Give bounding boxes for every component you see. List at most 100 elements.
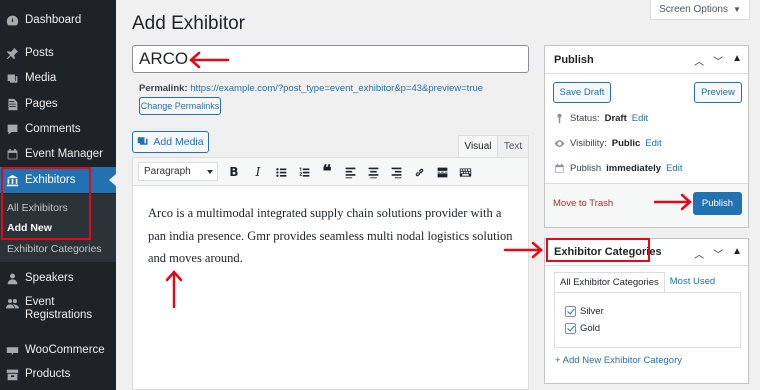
visibility-row: Visibility: Public Edit bbox=[554, 138, 662, 149]
menu-woocommerce-label: WooCommerce bbox=[25, 344, 105, 356]
collapse-toggle-icon[interactable]: ▲ bbox=[732, 246, 742, 261]
submenu-exhibitor-categories[interactable]: Exhibitor Categories bbox=[7, 243, 102, 255]
screen-options-button[interactable]: Screen Options ▼ bbox=[650, 0, 750, 20]
align-right-icon[interactable] bbox=[387, 163, 405, 181]
page-title: Add Exhibitor bbox=[132, 13, 246, 34]
speaker-icon bbox=[5, 271, 19, 285]
post-title-input[interactable]: ARCO bbox=[132, 45, 529, 73]
bullet-list-icon[interactable] bbox=[272, 163, 290, 181]
category-label: Gold bbox=[580, 323, 601, 334]
tab-all-categories[interactable]: All Exhibitor Categories bbox=[554, 272, 665, 293]
align-center-icon[interactable] bbox=[364, 163, 382, 181]
preview-button[interactable]: Preview bbox=[694, 82, 742, 103]
menu-woocommerce[interactable]: WooCommerce bbox=[0, 339, 116, 361]
exhibitors-highlight-annotation bbox=[1, 167, 91, 240]
permalink-label: Permalink: bbox=[139, 83, 188, 94]
toolbar-toggle-icon[interactable] bbox=[456, 163, 474, 181]
editor-content[interactable]: Arco is a multimodal integrated supply c… bbox=[148, 202, 518, 270]
schedule-label: Publish bbox=[570, 163, 602, 174]
category-checklist: Silver Gold bbox=[554, 292, 741, 348]
category-label: Silver bbox=[580, 306, 604, 317]
add-media-button[interactable]: Add Media bbox=[132, 131, 209, 153]
exhibitor-categories-box: Exhibitor Categories ︿ ﹀ ▲ All Exhibitor… bbox=[544, 238, 749, 384]
status-edit-link[interactable]: Edit bbox=[632, 113, 648, 124]
categories-box-title: Exhibitor Categories bbox=[554, 246, 662, 258]
visibility-edit-link[interactable]: Edit bbox=[645, 138, 661, 149]
chevron-down-icon[interactable]: ﹀ bbox=[713, 246, 723, 261]
add-new-category-link[interactable]: + Add New Exhibitor Category bbox=[555, 355, 682, 366]
menu-media-label: Media bbox=[25, 72, 57, 84]
permalink-url[interactable]: https://example.com/?post_type=event_exh… bbox=[190, 83, 483, 94]
schedule-value: immediately bbox=[606, 163, 662, 174]
menu-media[interactable]: Media bbox=[0, 67, 116, 89]
caret-down-icon bbox=[207, 170, 213, 174]
calendar-icon bbox=[5, 147, 19, 161]
media-icon bbox=[5, 71, 19, 85]
bold-icon[interactable]: B bbox=[225, 163, 243, 181]
publish-divider bbox=[545, 73, 748, 74]
menu-speakers-label: Speakers bbox=[25, 272, 74, 284]
tab-visual[interactable]: Visual bbox=[458, 135, 498, 157]
menu-posts[interactable]: Posts bbox=[0, 42, 116, 64]
publish-box-title: Publish bbox=[554, 54, 594, 66]
caret-down-icon: ▼ bbox=[733, 5, 741, 14]
publish-button[interactable]: Publish bbox=[693, 192, 742, 215]
key-icon bbox=[557, 113, 562, 124]
category-item-silver[interactable]: Silver bbox=[565, 306, 604, 317]
menu-event-registrations[interactable]: Event Registrations bbox=[0, 296, 116, 326]
category-item-gold[interactable]: Gold bbox=[565, 323, 600, 334]
save-draft-button[interactable]: Save Draft bbox=[553, 82, 611, 103]
add-media-label: Add Media bbox=[153, 136, 204, 148]
link-icon[interactable] bbox=[410, 163, 428, 181]
chevron-up-icon[interactable]: ︿ bbox=[694, 53, 704, 68]
align-left-icon[interactable] bbox=[341, 163, 359, 181]
visibility-label: Visibility: bbox=[570, 138, 607, 149]
menu-pages[interactable]: Pages bbox=[0, 93, 116, 115]
menu-event-manager[interactable]: Event Manager bbox=[0, 143, 116, 165]
schedule-row: Publish immediately Edit bbox=[554, 163, 682, 174]
checkbox-checked[interactable] bbox=[565, 323, 576, 334]
change-permalinks-button[interactable]: Change Permalinks bbox=[139, 97, 221, 115]
menu-comments[interactable]: Comments bbox=[0, 118, 116, 140]
menu-speakers[interactable]: Speakers bbox=[0, 267, 116, 289]
woo-icon bbox=[5, 343, 19, 357]
numbered-list-icon[interactable] bbox=[295, 163, 313, 181]
italic-icon[interactable]: I bbox=[249, 163, 267, 181]
read-more-icon[interactable] bbox=[433, 163, 451, 181]
format-select[interactable]: Paragraph bbox=[138, 162, 218, 181]
status-value: Draft bbox=[604, 113, 627, 124]
categories-divider bbox=[545, 265, 748, 266]
collapse-toggle-icon[interactable]: ▲ bbox=[732, 53, 742, 68]
chevron-down-icon[interactable]: ﹀ bbox=[713, 53, 723, 68]
menu-event-manager-label: Event Manager bbox=[25, 148, 103, 160]
move-to-trash-link[interactable]: Move to Trash bbox=[553, 198, 613, 209]
menu-dashboard-label: Dashboard bbox=[25, 14, 82, 26]
editor-toolbar: Paragraph B I ❝ bbox=[133, 158, 528, 186]
permalink-row: Permalink: https://example.com/?post_typ… bbox=[139, 83, 483, 94]
comment-icon bbox=[5, 122, 19, 136]
people-icon bbox=[5, 296, 19, 310]
publish-box: Publish ︿ ﹀ ▲ Save Draft Preview Status:… bbox=[544, 45, 749, 228]
status-row: Status: Draft Edit bbox=[554, 113, 648, 124]
menu-dashboard[interactable]: Dashboard bbox=[0, 9, 116, 31]
menu-comments-label: Comments bbox=[25, 123, 81, 135]
tab-most-used[interactable]: Most Used bbox=[665, 272, 720, 293]
pin-icon bbox=[5, 46, 19, 60]
status-label: Status: bbox=[570, 113, 600, 124]
publish-actions: Move to Trash Publish bbox=[545, 183, 748, 227]
schedule-edit-link[interactable]: Edit bbox=[666, 163, 682, 174]
tab-text[interactable]: Text bbox=[498, 135, 529, 157]
checkbox-checked[interactable] bbox=[565, 306, 576, 317]
archive-icon bbox=[5, 367, 19, 381]
calendar-icon bbox=[555, 163, 564, 173]
menu-products[interactable]: Products bbox=[0, 363, 116, 385]
menu-products-label: Products bbox=[25, 368, 71, 380]
categories-box-controls: ︿ ﹀ ▲ bbox=[694, 246, 742, 261]
eye-icon bbox=[554, 140, 565, 147]
admin-sidebar: Dashboard Posts Media Pages Comments Eve… bbox=[0, 0, 116, 390]
menu-pages-label: Pages bbox=[25, 98, 58, 110]
blockquote-icon[interactable]: ❝ bbox=[318, 162, 336, 181]
tab-text-label: Text bbox=[503, 141, 523, 152]
publish-button-label: Publish bbox=[701, 198, 734, 209]
chevron-up-icon[interactable]: ︿ bbox=[694, 246, 704, 261]
